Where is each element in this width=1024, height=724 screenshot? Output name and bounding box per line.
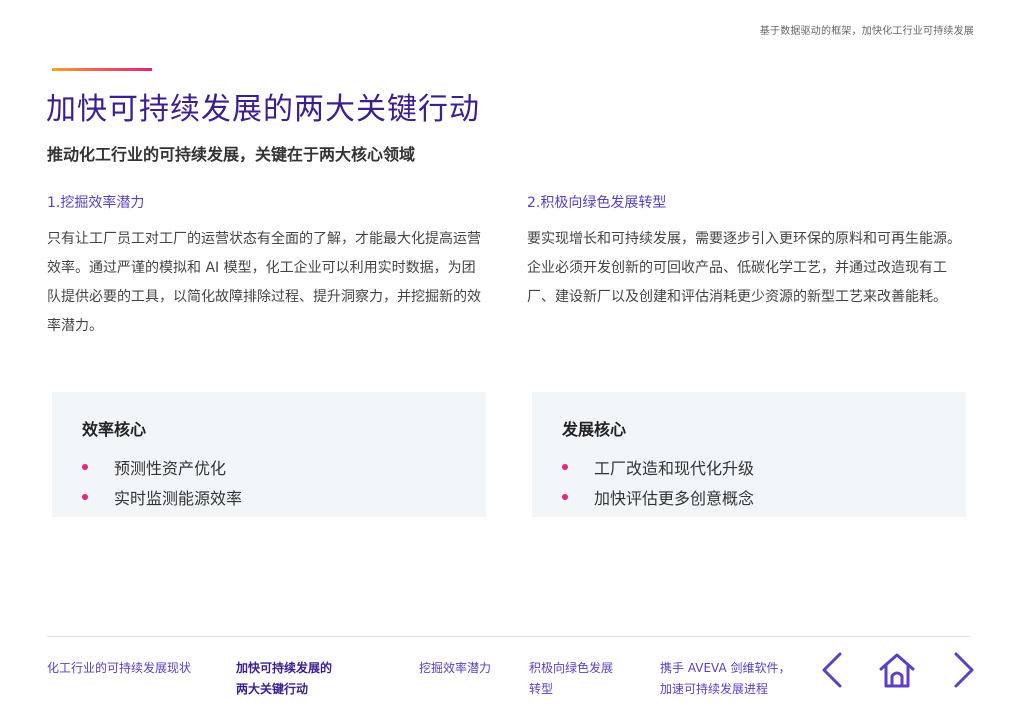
column-body: 只有让工厂员工对工厂的运营状态有全面的了解，才能最大化提高运营效率。通过严谨的模… (47, 231, 481, 334)
list-item-label: 加快评估更多创意概念 (594, 489, 755, 508)
accent-line (52, 68, 152, 71)
chevron-right-icon (954, 652, 974, 688)
card-list: 预测性资产优化 实时监测能源效率 (82, 452, 456, 512)
nav-link-label: 携手 AVEVA 剑维软件， (660, 661, 791, 675)
column-heading: 1.挖掘效率潜力 (47, 195, 145, 211)
nav-link-industry-status[interactable]: 化工行业的可持续发展现状 (47, 658, 191, 679)
list-item-label: 预测性资产优化 (114, 459, 227, 478)
chevron-left-icon (822, 652, 842, 688)
next-page-button[interactable] (942, 650, 982, 690)
development-core-card: 发展核心 工厂改造和现代化升级 加快评估更多创意概念 (532, 392, 966, 517)
bullet-icon (82, 494, 88, 500)
list-item-label: 工厂改造和现代化升级 (594, 459, 755, 478)
nav-link-label: 转型 (529, 682, 554, 696)
nav-link-green-transition[interactable]: 积极向绿色发展 转型 (529, 658, 613, 700)
nav-link-key-actions[interactable]: 加快可持续发展的 两大关键行动 (236, 658, 332, 700)
efficiency-core-card: 效率核心 预测性资产优化 实时监测能源效率 (52, 392, 486, 517)
efficiency-column: 1.挖掘效率潜力 只有让工厂员工对工厂的运营状态有全面的了解，才能最大化提高运营… (47, 192, 482, 341)
column-body: 要实现增长和可持续发展，需要逐步引入更环保的原料和可再生能源。企业必须开发创新的… (527, 231, 961, 305)
prev-page-button[interactable] (814, 650, 854, 690)
page-subtitle: 推动化工行业的可持续发展，关键在于两大核心领域 (47, 145, 416, 164)
home-icon (879, 653, 915, 688)
nav-link-efficiency[interactable]: 挖掘效率潜力 (419, 658, 491, 679)
home-button[interactable] (877, 650, 917, 690)
nav-link-label: 加速可持续发展进程 (660, 682, 769, 696)
page-title: 加快可持续发展的两大关键行动 (46, 92, 480, 127)
nav-link-label: 挖掘效率潜力 (419, 661, 492, 675)
card-title: 发展核心 (562, 420, 627, 439)
nav-link-label: 加快可持续发展的 (236, 661, 333, 675)
nav-link-label: 化工行业的可持续发展现状 (47, 661, 192, 675)
bullet-icon (562, 494, 568, 500)
list-item: 工厂改造和现代化升级 (562, 452, 936, 482)
header-caption: 基于数据驱动的框架，加快化工行业可持续发展 (759, 26, 974, 37)
column-heading: 2.积极向绿色发展转型 (527, 195, 667, 211)
bullet-icon (82, 464, 88, 470)
green-transition-column: 2.积极向绿色发展转型 要实现增长和可持续发展，需要逐步引入更环保的原料和可再生… (527, 192, 962, 312)
footer-divider (47, 636, 971, 637)
list-item: 加快评估更多创意概念 (562, 482, 936, 512)
list-item-label: 实时监测能源效率 (114, 489, 243, 508)
nav-link-aveva[interactable]: 携手 AVEVA 剑维软件， 加速可持续发展进程 (660, 658, 791, 700)
nav-link-label: 两大关键行动 (236, 682, 309, 696)
list-item: 预测性资产优化 (82, 452, 456, 482)
card-title: 效率核心 (82, 420, 147, 439)
bullet-icon (562, 464, 568, 470)
card-list: 工厂改造和现代化升级 加快评估更多创意概念 (562, 452, 936, 512)
nav-link-label: 积极向绿色发展 (529, 661, 614, 675)
list-item: 实时监测能源效率 (82, 482, 456, 512)
